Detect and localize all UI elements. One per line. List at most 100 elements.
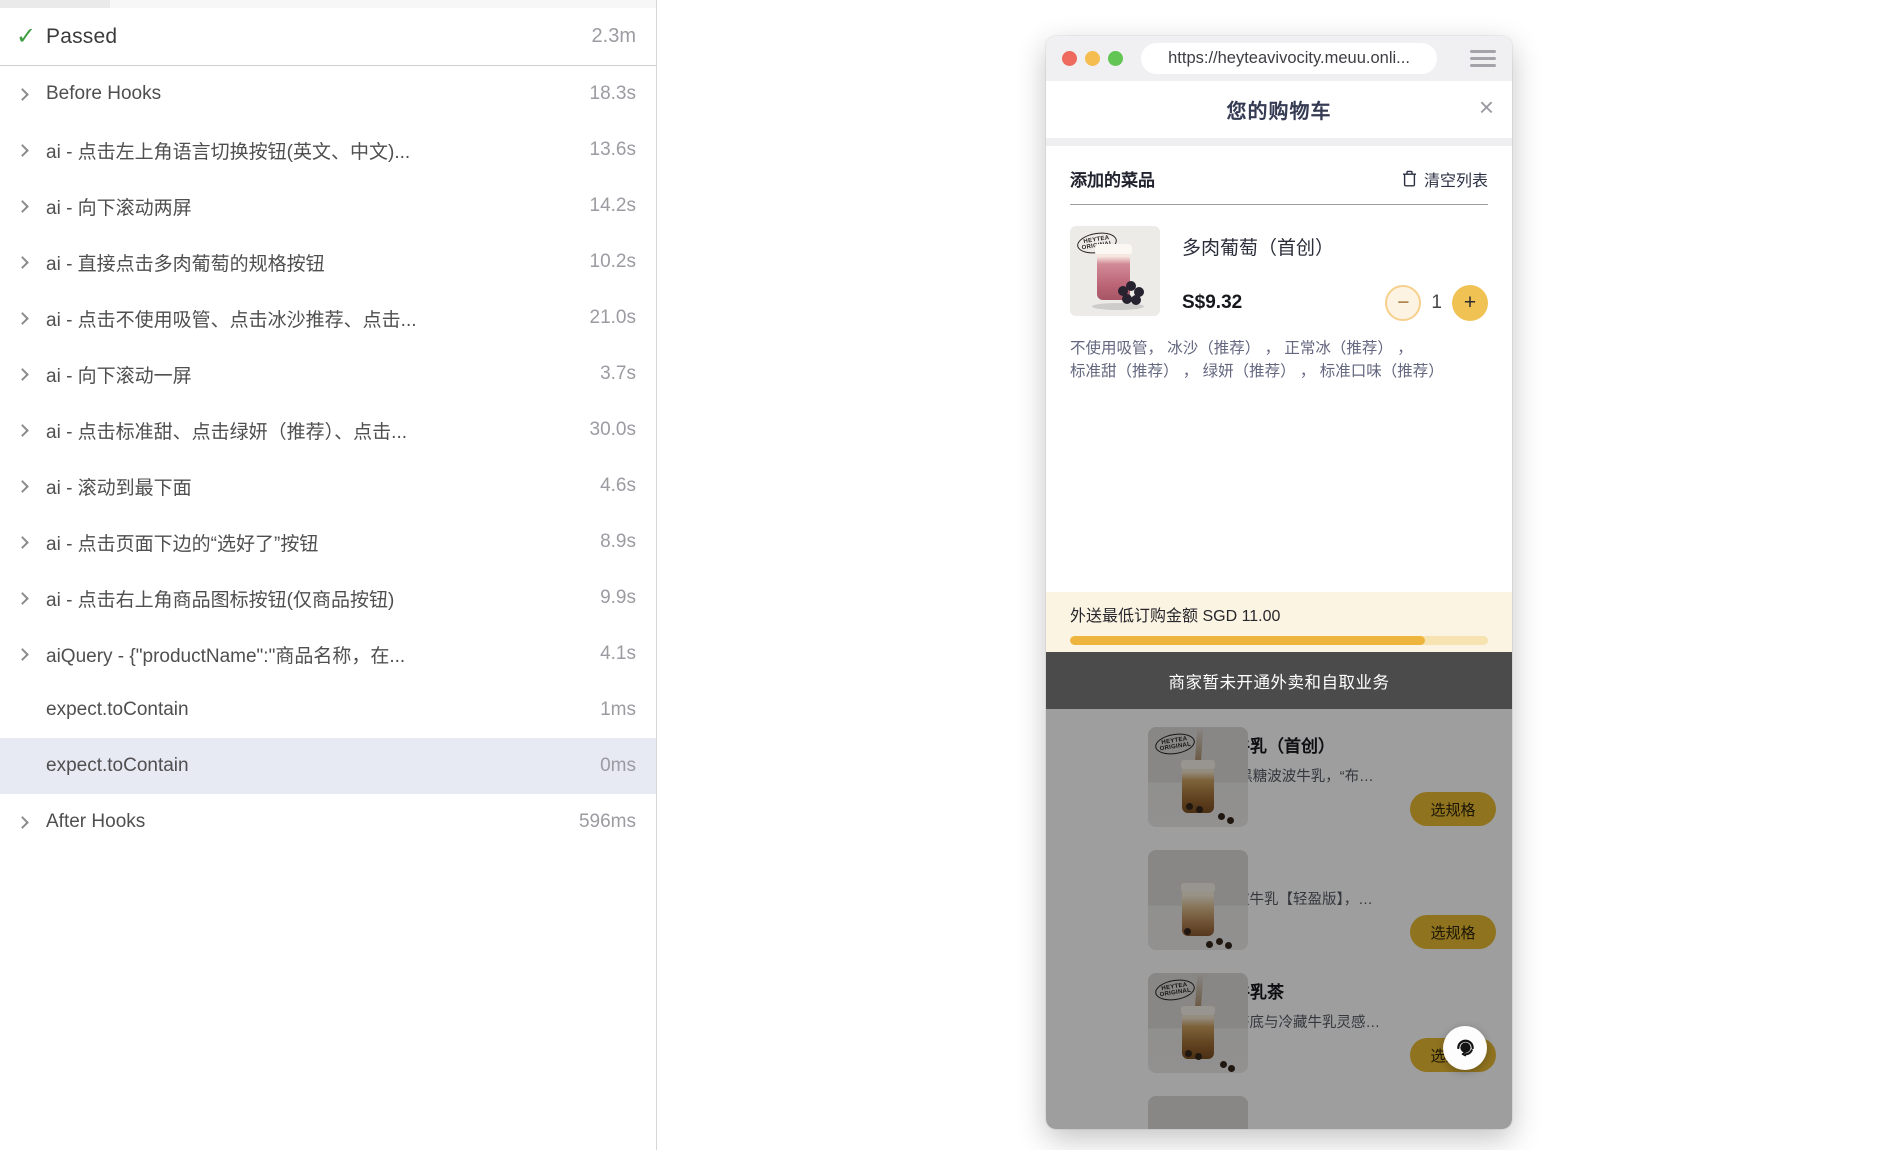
traffic-lights <box>1062 51 1123 66</box>
cart-section-title: 添加的菜品 <box>1070 171 1155 190</box>
cart-title: 您的购物车 <box>1226 101 1332 123</box>
step-duration: 3.7s <box>600 363 636 384</box>
step-row-ai-standard-sweet[interactable]: ai - 点击标准甜、点击绿妍（推荐）、点击... 30.0s <box>0 402 656 458</box>
chevron-right-icon <box>16 87 29 101</box>
trash-icon <box>1402 170 1416 187</box>
chevron-right-icon <box>16 647 29 661</box>
maximize-window-icon[interactable] <box>1108 51 1123 66</box>
store-notice-banner: 商家暂未开通外卖和自取业务 <box>1046 652 1512 709</box>
step-duration: 21.0s <box>589 307 636 328</box>
quantity-stepper: − 1 + <box>1385 285 1488 321</box>
specs-line-1: 不使用吸管， 冰沙（推荐） ， 正常冰（推荐） ， <box>1070 340 1413 357</box>
step-label: aiQuery - {"productName":"商品名称，在... <box>46 645 406 667</box>
cart-modal-header: 您的购物车 × <box>1046 81 1512 138</box>
check-icon: ✓ <box>16 23 37 50</box>
increase-quantity-button[interactable]: + <box>1452 285 1488 321</box>
panel-top-strip <box>0 0 656 8</box>
clear-cart-button[interactable]: 清空列表 <box>1402 167 1488 191</box>
order-progress-track <box>1070 636 1488 645</box>
divider <box>1070 204 1488 205</box>
browser-window: https://heyteavivocity.meuu.onli... 您的购物… <box>1046 36 1512 1129</box>
step-duration: 13.6s <box>589 139 636 160</box>
clear-cart-label: 清空列表 <box>1423 172 1488 190</box>
quantity-value: 1 <box>1431 292 1442 313</box>
dim-overlay <box>1046 709 1512 1129</box>
step-row-ai-scroll-bottom[interactable]: ai - 滚动到最下面 4.6s <box>0 458 656 514</box>
cart-item-price: S$9.32 <box>1182 292 1243 313</box>
decrease-quantity-button[interactable]: − <box>1385 285 1422 321</box>
test-status-row[interactable]: ✓ Passed 2.3m <box>0 8 656 65</box>
step-row-expect-2-selected[interactable]: expect.toContain 0ms <box>0 738 656 794</box>
step-label: ai - 直接点击多肉葡萄的规格按钮 <box>46 253 325 275</box>
step-label: expect.toContain <box>46 699 189 720</box>
test-report-panel: ✓ Passed 2.3m Before Hooks 18.3s ai - 点击… <box>0 0 657 1150</box>
step-row-ai-click-product-icon[interactable]: ai - 点击右上角商品图标按钮(仅商品按钮) 9.9s <box>0 570 656 626</box>
step-label: ai - 滚动到最下面 <box>46 477 192 499</box>
menu-product-list: HEYTEA ORIGINAL 烤黑糖波波牛乳（首创） 2012年首创烤黑糖波波… <box>1046 709 1512 1129</box>
step-label: ai - 向下滚动一屏 <box>46 365 192 387</box>
step-row-ai-scroll-one[interactable]: ai - 向下滚动一屏 3.7s <box>0 346 656 402</box>
chevron-right-icon <box>16 591 29 605</box>
chevron-right-icon <box>16 479 29 493</box>
step-label: ai - 点击左上角语言切换按钮(英文、中文)... <box>46 141 411 163</box>
step-duration: 10.2s <box>589 251 636 272</box>
step-label: expect.toContain <box>46 755 189 776</box>
step-row-aiquery[interactable]: aiQuery - {"productName":"商品名称，在... 4.1s <box>0 626 656 682</box>
step-label: ai - 点击右上角商品图标按钮(仅商品按钮) <box>46 589 395 611</box>
step-row-expect-1[interactable]: expect.toContain 1ms <box>0 682 656 738</box>
divider <box>1046 138 1512 146</box>
url-bar[interactable]: https://heyteavivocity.meuu.onli... <box>1141 43 1437 74</box>
step-label: ai - 点击不使用吸管、点击冰沙推荐、点击... <box>46 309 417 331</box>
step-duration: 18.3s <box>589 83 636 104</box>
menu-icon[interactable] <box>1470 50 1496 67</box>
step-duration: 8.9s <box>600 531 636 552</box>
step-duration: 30.0s <box>589 419 636 440</box>
step-duration: 4.6s <box>600 475 636 496</box>
cart-item-row: HEYTEA ORIGINAL 多肉葡萄（首创） S$9.32 − 1 + <box>1070 226 1488 321</box>
step-label: Before Hooks <box>46 83 162 104</box>
tab-remnant <box>0 0 110 8</box>
specs-line-2: 标准甜（推荐） ， 绿妍（推荐） ， 标准口味（推荐） <box>1070 363 1444 380</box>
chevron-right-icon <box>16 143 29 157</box>
step-label: ai - 点击标准甜、点击绿妍（推荐）、点击... <box>46 421 408 443</box>
step-label: ai - 向下滚动两屏 <box>46 197 192 219</box>
chevron-right-icon <box>16 367 29 381</box>
step-duration: 4.1s <box>600 643 636 664</box>
customer-service-button[interactable] <box>1443 1026 1487 1070</box>
minimum-order-label: 外送最低订购金额 SGD 11.00 <box>1070 608 1281 625</box>
step-row-ai-no-straw[interactable]: ai - 点击不使用吸管、点击冰沙推荐、点击... 21.0s <box>0 290 656 346</box>
step-duration: 1ms <box>600 699 636 720</box>
close-icon[interactable]: × <box>1479 94 1494 120</box>
test-status-label: Passed <box>46 24 118 48</box>
cart-item-name: 多肉葡萄（首创） <box>1182 238 1335 259</box>
step-row-ai-language-switch[interactable]: ai - 点击左上角语言切换按钮(英文、中文)... 13.6s <box>0 122 656 178</box>
step-duration: 0ms <box>600 755 636 776</box>
step-label: ai - 点击页面下边的“选好了”按钮 <box>46 533 319 555</box>
cart-item-specs: 不使用吸管， 冰沙（推荐） ， 正常冰（推荐） ， 标准甜（推荐） ， 绿妍（推… <box>1070 337 1488 383</box>
step-label: After Hooks <box>46 811 146 832</box>
step-row-ai-click-done[interactable]: ai - 点击页面下边的“选好了”按钮 8.9s <box>0 514 656 570</box>
step-row-after-hooks[interactable]: After Hooks 596ms <box>0 794 656 850</box>
step-row-ai-click-spec[interactable]: ai - 直接点击多肉葡萄的规格按钮 10.2s <box>0 234 656 290</box>
step-duration: 14.2s <box>589 195 636 216</box>
product-image-duorou-grape: HEYTEA ORIGINAL <box>1070 226 1160 316</box>
step-row-ai-scroll-two[interactable]: ai - 向下滚动两屏 14.2s <box>0 178 656 234</box>
chevron-right-icon <box>16 199 29 213</box>
step-duration: 9.9s <box>600 587 636 608</box>
chevron-right-icon <box>16 815 29 829</box>
chevron-right-icon <box>16 311 29 325</box>
minimum-order-section: 外送最低订购金额 SGD 11.00 <box>1046 592 1512 652</box>
minimize-window-icon[interactable] <box>1085 51 1100 66</box>
close-window-icon[interactable] <box>1062 51 1077 66</box>
step-duration: 596ms <box>578 811 636 832</box>
chevron-right-icon <box>16 423 29 437</box>
chevron-right-icon <box>16 535 29 549</box>
test-total-duration: 2.3m <box>591 25 636 47</box>
headset-agent-icon <box>1456 1039 1474 1056</box>
browser-chrome-bar: https://heyteavivocity.meuu.onli... <box>1046 36 1512 81</box>
step-row-before-hooks[interactable]: Before Hooks 18.3s <box>0 66 656 122</box>
cart-item-info: 多肉葡萄（首创） S$9.32 − 1 + <box>1182 226 1488 321</box>
chevron-right-icon <box>16 255 29 269</box>
order-progress-fill <box>1070 636 1426 645</box>
cart-section-header: 添加的菜品 清空列表 <box>1046 146 1512 191</box>
